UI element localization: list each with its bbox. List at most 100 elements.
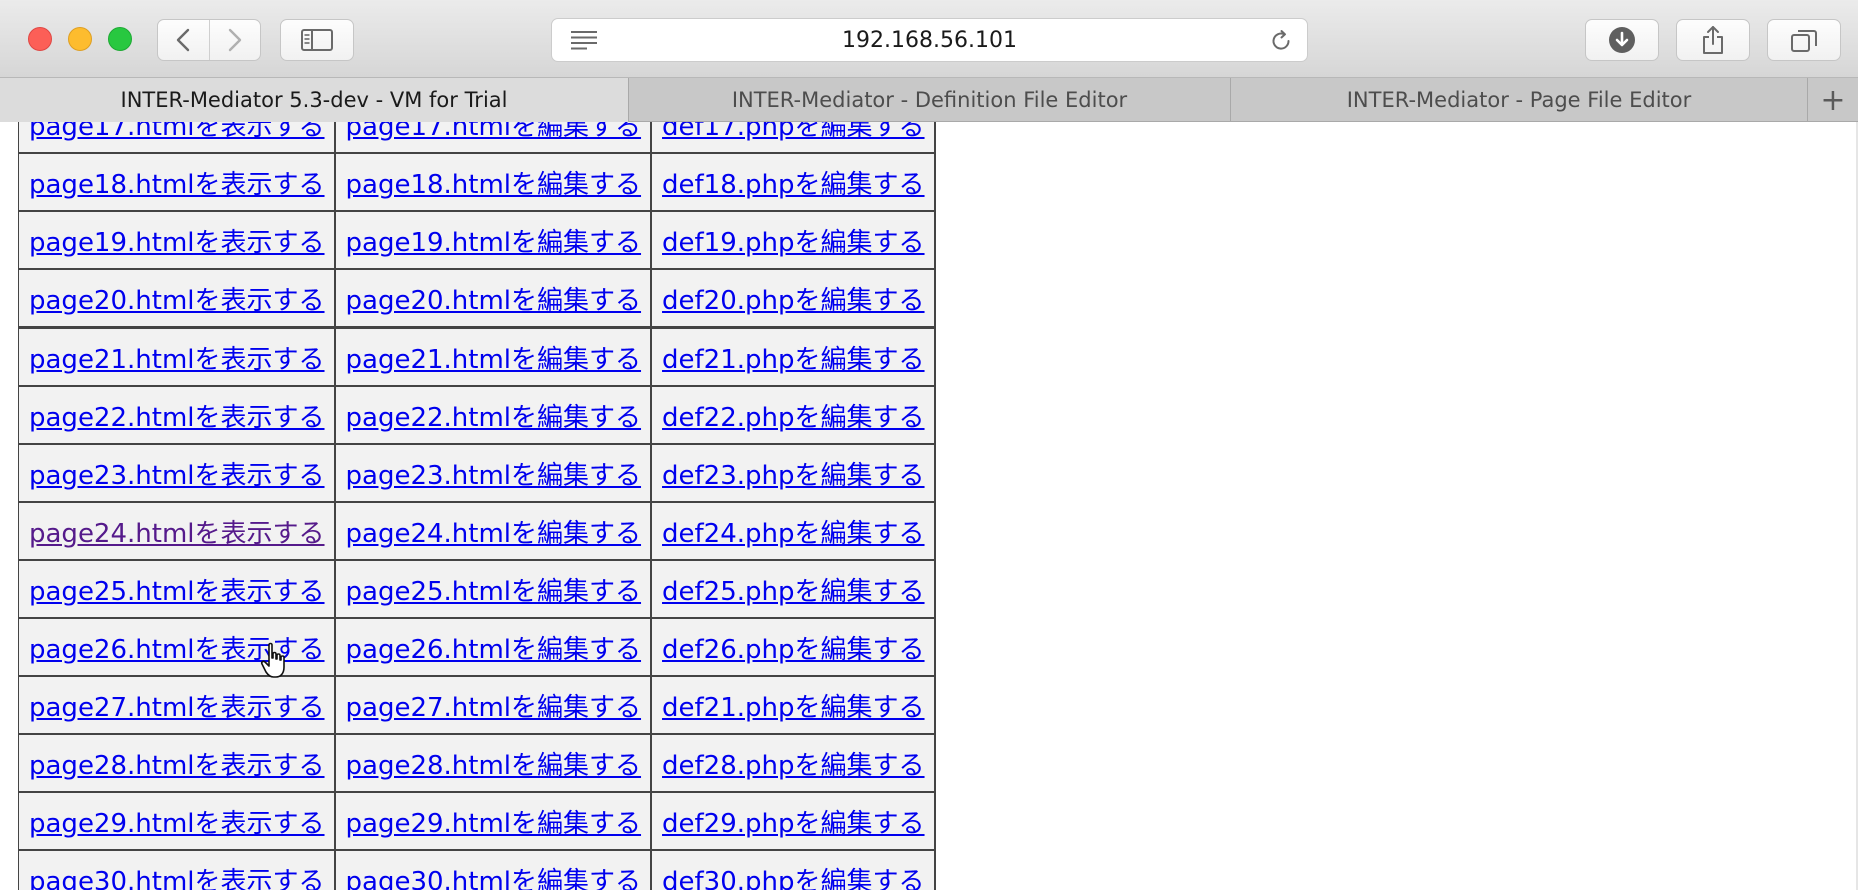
minimize-icon[interactable] [68, 27, 92, 51]
edit-page-link[interactable]: page21.htmlを編集する [346, 345, 642, 375]
view-page-link[interactable]: page21.htmlを表示する [29, 345, 325, 375]
view-page-link[interactable]: page29.htmlを表示する [29, 809, 325, 839]
edit-page-link[interactable]: page24.htmlを編集する [346, 519, 642, 549]
table-cell: def23.phpを編集する [652, 445, 936, 503]
table-cell: def18.phpを編集する [652, 154, 936, 212]
edit-page-link[interactable]: page19.htmlを編集する [346, 228, 642, 258]
edit-page-link[interactable]: page27.htmlを編集する [346, 693, 642, 723]
table-cell: page20.htmlを表示する [19, 270, 336, 329]
table-row: page28.htmlを表示する page28.htmlを編集する def28.ph… [19, 735, 936, 793]
edit-page-link[interactable]: page17.htmlを編集する [346, 122, 642, 142]
close-icon[interactable] [28, 27, 52, 51]
view-page-link[interactable]: page24.htmlを表示する [29, 519, 325, 549]
edit-page-link[interactable]: page22.htmlを編集する [346, 403, 642, 433]
edit-definition-link[interactable]: def19.phpを編集する [662, 228, 925, 258]
edit-definition-link[interactable]: def18.phpを編集する [662, 170, 925, 200]
edit-definition-link[interactable]: def30.phpを編集する [662, 867, 925, 890]
maximize-icon[interactable] [108, 27, 132, 51]
edit-definition-link[interactable]: def26.phpを編集する [662, 635, 925, 665]
tab-definition-file-editor[interactable]: INTER-Mediator - Definition File Editor [629, 78, 1231, 122]
tab-page-file-editor[interactable]: INTER-Mediator - Page File Editor [1231, 78, 1808, 122]
view-page-link[interactable]: page17.htmlを表示する [29, 122, 325, 142]
table-row: page30.htmlを表示する page30.htmlを編集する def30.ph… [19, 851, 936, 890]
new-tab-button[interactable]: + [1808, 78, 1858, 122]
table-row: page29.htmlを表示する page29.htmlを編集する def29.ph… [19, 793, 936, 851]
share-icon [1703, 26, 1723, 54]
table-cell: page21.htmlを表示する [19, 329, 336, 387]
table-cell: page28.htmlを表示する [19, 735, 336, 793]
table-cell: page22.htmlを編集する [335, 387, 653, 445]
table-cell: def19.phpを編集する [652, 212, 936, 270]
reload-icon[interactable] [1269, 29, 1293, 53]
table-cell: page29.htmlを編集する [335, 793, 653, 851]
table-cell: page30.htmlを表示する [19, 851, 336, 890]
table-cell: page17.htmlを編集する [335, 122, 653, 154]
edit-definition-link[interactable]: def17.phpを編集する [662, 122, 925, 142]
edit-page-link[interactable]: page23.htmlを編集する [346, 461, 642, 491]
view-page-link[interactable]: page18.htmlを表示する [29, 170, 325, 200]
edit-definition-link[interactable]: def23.phpを編集する [662, 461, 925, 491]
table-cell: page23.htmlを表示する [19, 445, 336, 503]
tabs-overview-button[interactable] [1767, 19, 1841, 61]
view-page-link[interactable]: page28.htmlを表示する [29, 751, 325, 781]
edit-definition-link[interactable]: def24.phpを編集する [662, 519, 925, 549]
table-cell: page30.htmlを編集する [335, 851, 653, 890]
tab-bar: INTER-Mediator 5.3-dev - VM for Trial IN… [0, 78, 1858, 122]
table-cell: page21.htmlを編集する [335, 329, 653, 387]
table-row: page23.htmlを表示する page23.htmlを編集する def23.ph… [19, 445, 936, 503]
chevron-right-icon [228, 28, 241, 52]
download-icon [1609, 27, 1635, 53]
browser-toolbar: 192.168.56.101 [0, 0, 1858, 78]
table-row: page24.htmlを表示する page24.htmlを編集する def24.ph… [19, 503, 936, 561]
tab-inter-mediator-trial[interactable]: INTER-Mediator 5.3-dev - VM for Trial [0, 78, 629, 122]
view-page-link[interactable]: page26.htmlを表示する [29, 635, 325, 665]
edit-definition-link[interactable]: def20.phpを編集する [662, 286, 925, 316]
edit-page-link[interactable]: page25.htmlを編集する [346, 577, 642, 607]
back-button[interactable] [158, 20, 209, 60]
table-cell: page29.htmlを表示する [19, 793, 336, 851]
view-page-link[interactable]: page30.htmlを表示する [29, 867, 325, 890]
address-bar[interactable]: 192.168.56.101 [551, 18, 1308, 62]
share-button[interactable] [1676, 19, 1750, 61]
edit-page-link[interactable]: page26.htmlを編集する [346, 635, 642, 665]
table-cell: page18.htmlを編集する [335, 154, 653, 212]
table-row: page17.htmlを表示する page17.htmlを編集する def17.ph… [19, 122, 936, 154]
edit-page-link[interactable]: page18.htmlを編集する [346, 170, 642, 200]
table-cell: page27.htmlを表示する [19, 677, 336, 735]
edit-page-link[interactable]: page30.htmlを編集する [346, 867, 642, 890]
view-page-link[interactable]: page23.htmlを表示する [29, 461, 325, 491]
edit-definition-link[interactable]: def21.phpを編集する [662, 345, 925, 375]
view-page-link[interactable]: page25.htmlを表示する [29, 577, 325, 607]
table-cell: page19.htmlを編集する [335, 212, 653, 270]
edit-definition-link[interactable]: def28.phpを編集する [662, 751, 925, 781]
forward-button[interactable] [209, 20, 260, 60]
edit-definition-link[interactable]: def25.phpを編集する [662, 577, 925, 607]
view-page-link[interactable]: page19.htmlを表示する [29, 228, 325, 258]
table-cell: page18.htmlを表示する [19, 154, 336, 212]
table-cell: page24.htmlを表示する [19, 503, 336, 561]
edit-page-link[interactable]: page28.htmlを編集する [346, 751, 642, 781]
download-button[interactable] [1585, 19, 1659, 61]
edit-page-link[interactable]: page20.htmlを編集する [346, 286, 642, 316]
table-cell: page26.htmlを表示する [19, 619, 336, 677]
view-page-link[interactable]: page22.htmlを表示する [29, 403, 325, 433]
page-links-table: page17.htmlを表示する page17.htmlを編集する def17.ph… [18, 122, 936, 890]
url-text: 192.168.56.101 [842, 27, 1017, 53]
chevron-left-icon [177, 28, 190, 52]
edit-definition-link[interactable]: def29.phpを編集する [662, 809, 925, 839]
edit-page-link[interactable]: page29.htmlを編集する [346, 809, 642, 839]
table-row: page18.htmlを表示する page18.htmlを編集する def18.ph… [19, 154, 936, 212]
browser-window: 192.168.56.101 INTER-Mediator 5.3-dev - … [0, 0, 1858, 890]
view-page-link[interactable]: page27.htmlを表示する [29, 693, 325, 723]
edit-definition-link[interactable]: def22.phpを編集する [662, 403, 925, 433]
table-row: page22.htmlを表示する page22.htmlを編集する def22.ph… [19, 387, 936, 445]
table-row: page26.htmlを表示する page26.htmlを編集する def26.ph… [19, 619, 936, 677]
view-page-link[interactable]: page20.htmlを表示する [29, 286, 325, 316]
tabs-overview-icon [1791, 30, 1817, 52]
navigation-buttons [157, 19, 261, 61]
edit-definition-link[interactable]: def21.phpを編集する [662, 693, 925, 723]
table-cell: page17.htmlを表示する [19, 122, 336, 154]
sidebar-button[interactable] [280, 19, 354, 61]
table-row: page20.htmlを表示する page20.htmlを編集する def20.ph… [19, 270, 936, 329]
table-row: page19.htmlを表示する page19.htmlを編集する def19.ph… [19, 212, 936, 270]
